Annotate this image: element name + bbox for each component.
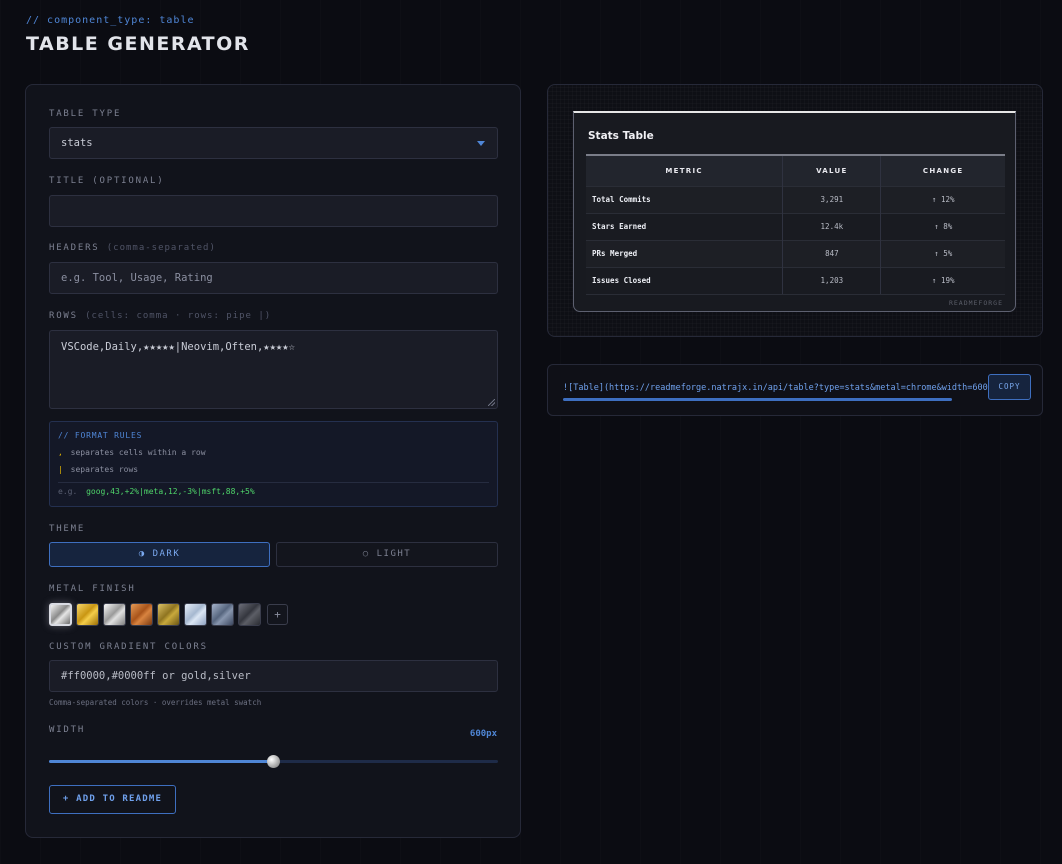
theme-light-button[interactable]: ○ LIGHT xyxy=(276,542,498,567)
rows-label: ROWS (cells: comma · rows: pipe |) xyxy=(49,311,271,321)
width-label: WIDTH xyxy=(49,725,86,735)
headers-hint: (comma-separated) xyxy=(106,243,216,253)
code-scrollbar[interactable] xyxy=(563,398,952,401)
table-type-select[interactable]: stats xyxy=(49,127,498,159)
swatch-chrome[interactable] xyxy=(49,603,72,626)
comma-symbol: , xyxy=(58,448,63,457)
swatch-copper[interactable] xyxy=(130,603,153,626)
table-row: Issues Closed 1,203 ↑ 19% xyxy=(586,266,1005,295)
table-cell: 847 xyxy=(782,239,882,267)
table-preview-card: Stats Table METRIC VALUE CHANGE Total Co… xyxy=(573,111,1016,312)
preview-card-footer: READMEFORGE xyxy=(948,299,1003,307)
metal-swatches: + xyxy=(49,603,288,626)
preview-card-title: Stats Table xyxy=(588,130,654,142)
table-cell: ↑ 8% xyxy=(880,212,1005,240)
custom-gradient-hint: Comma-separated colors · overrides metal… xyxy=(49,698,262,707)
headers-label: HEADERS (comma-separated) xyxy=(49,243,216,253)
swatch-gold[interactable] xyxy=(76,603,99,626)
table-type-label: TABLE TYPE xyxy=(49,109,122,119)
table-header-row: METRIC VALUE CHANGE xyxy=(586,155,1005,186)
table-row: Total Commits 3,291 ↑ 12% xyxy=(586,185,1005,213)
swatch-brass[interactable] xyxy=(157,603,180,626)
table-cell: 12.4k xyxy=(782,212,882,240)
resize-handle[interactable] xyxy=(488,399,495,406)
rows-hint: (cells: comma · rows: pipe |) xyxy=(85,311,272,321)
rows-textarea[interactable]: VSCode,Daily,★★★★★|Neovim,Often,★★★★☆ xyxy=(49,330,498,409)
theme-dark-button[interactable]: ◑ DARK xyxy=(49,542,270,567)
example-code: goog,43,+2%|meta,12,-3%|msft,88,+5% xyxy=(86,487,255,496)
table-cell: ↑ 19% xyxy=(880,266,1005,295)
width-value: 600px xyxy=(469,729,497,739)
table-type-value: stats xyxy=(61,137,93,149)
swatch-steel[interactable] xyxy=(211,603,234,626)
swatch-gunmetal[interactable] xyxy=(238,603,261,626)
component-type-comment: // component_type: table xyxy=(26,15,195,26)
page-header: // component_type: table TABLE GENERATOR xyxy=(26,15,250,55)
header-metric: METRIC xyxy=(586,155,784,186)
title-label: TITLE (OPTIONAL) xyxy=(49,176,165,186)
title-input[interactable] xyxy=(49,195,498,227)
rule-cells: , separates cells within a row xyxy=(58,448,489,457)
rules-example: e.g. goog,43,+2%|meta,12,-3%|msft,88,+5% xyxy=(58,487,255,496)
rule-rows-text: separates rows xyxy=(70,465,139,474)
stats-table: METRIC VALUE CHANGE Total Commits 3,291 … xyxy=(586,154,1005,295)
rows-label-text: ROWS xyxy=(49,311,78,321)
table-cell: Total Commits xyxy=(586,185,784,213)
add-swatch-button[interactable]: + xyxy=(267,604,288,625)
format-rules-box: // FORMAT RULES , separates cells within… xyxy=(49,421,498,507)
table-cell: ↑ 5% xyxy=(880,239,1005,267)
width-slider-fill xyxy=(49,760,274,763)
custom-gradient-label: CUSTOM GRADIENT COLORS xyxy=(49,642,208,652)
add-to-readme-button[interactable]: + ADD TO README xyxy=(49,785,176,814)
header-value: VALUE xyxy=(782,155,882,186)
markdown-output-panel: ![Table](https://readmeforge.natrajx.in/… xyxy=(547,364,1043,416)
chevron-down-icon xyxy=(477,141,485,146)
table-cell: 3,291 xyxy=(782,185,882,213)
format-rules-title: // FORMAT RULES xyxy=(58,431,143,440)
metal-finish-label: METAL FINISH xyxy=(49,584,136,594)
width-slider-thumb[interactable] xyxy=(267,755,280,768)
custom-gradient-input[interactable]: #ff0000,#0000ff or gold,silver xyxy=(49,660,498,692)
rows-value: VSCode,Daily,★★★★★|Neovim,Often,★★★★☆ xyxy=(61,341,295,353)
headers-label-text: HEADERS xyxy=(49,243,100,253)
pipe-symbol: | xyxy=(58,465,63,474)
generator-form-panel: TABLE TYPE stats TITLE (OPTIONAL) HEADER… xyxy=(25,84,521,838)
table-cell: 1,203 xyxy=(782,266,882,295)
table-cell: PRs Merged xyxy=(586,239,784,267)
swatch-silver[interactable] xyxy=(103,603,126,626)
rule-rows: | separates rows xyxy=(58,465,489,474)
preview-panel: Stats Table METRIC VALUE CHANGE Total Co… xyxy=(547,84,1043,337)
page-title: TABLE GENERATOR xyxy=(26,33,250,55)
example-prefix: e.g. xyxy=(58,487,78,496)
headers-input[interactable]: e.g. Tool, Usage, Rating xyxy=(49,262,498,294)
header-change: CHANGE xyxy=(880,155,1005,186)
theme-label: THEME xyxy=(49,524,86,534)
markdown-code[interactable]: ![Table](https://readmeforge.natrajx.in/… xyxy=(563,383,1013,393)
table-row: PRs Merged 847 ↑ 5% xyxy=(586,239,1005,267)
rule-cells-text: separates cells within a row xyxy=(70,448,206,457)
table-row: Stars Earned 12.4k ↑ 8% xyxy=(586,212,1005,240)
table-cell: ↑ 12% xyxy=(880,185,1005,213)
table-cell: Issues Closed xyxy=(586,266,784,295)
copy-button[interactable]: COPY xyxy=(988,374,1031,400)
rules-divider xyxy=(58,482,489,483)
swatch-ice[interactable] xyxy=(184,603,207,626)
table-cell: Stars Earned xyxy=(586,212,784,240)
